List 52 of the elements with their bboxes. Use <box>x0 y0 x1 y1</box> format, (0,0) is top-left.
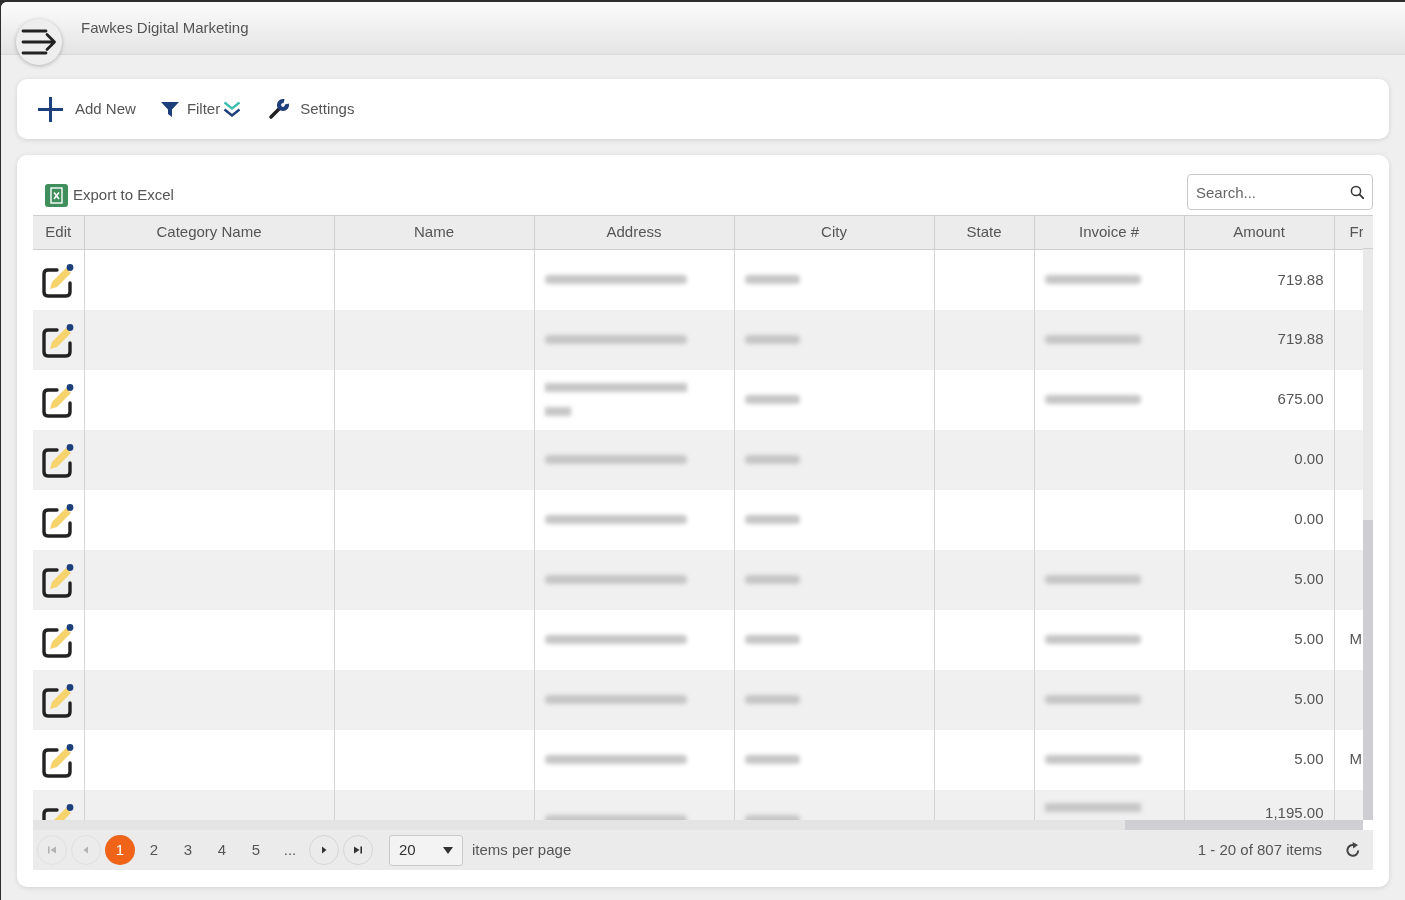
table-cell: 0.00 <box>1184 429 1334 490</box>
page-button[interactable]: 5 <box>241 835 271 865</box>
export-excel-button[interactable]: Export to Excel <box>45 184 174 207</box>
scrollbar-thumb[interactable] <box>1363 520 1373 820</box>
page-size-dropdown[interactable]: 20 <box>389 834 463 866</box>
column-header[interactable]: Amount <box>1184 215 1334 250</box>
page-button[interactable]: 4 <box>207 835 237 865</box>
settings-button[interactable]: Settings <box>267 97 355 121</box>
table-cell: 5.00 <box>1184 729 1334 790</box>
refresh-button[interactable] <box>1345 842 1361 858</box>
app-title: Fawkes Digital Marketing <box>81 18 249 38</box>
table-cell: 719.88 <box>1184 309 1334 370</box>
column-header[interactable]: City <box>734 215 934 250</box>
first-page-icon <box>47 845 57 855</box>
column-header[interactable]: Edit <box>33 215 84 250</box>
column-header[interactable]: Name <box>334 215 534 250</box>
column-header[interactable]: Category Name <box>84 215 334 250</box>
table-cell: 5.00 <box>1184 549 1334 610</box>
caret-down-icon <box>443 846 453 854</box>
page-ellipsis: ... <box>282 839 298 860</box>
wrench-icon <box>267 97 292 121</box>
filter-button[interactable]: Filter <box>160 97 242 121</box>
double-chevron-icon <box>223 101 242 117</box>
items-per-page-label: items per page <box>472 839 572 860</box>
column-header[interactable]: Fr <box>1334 215 1363 250</box>
previous-page-icon <box>81 845 91 855</box>
pager-summary: 1 - 20 of 807 items <box>1197 839 1322 860</box>
refresh-icon <box>1345 842 1361 858</box>
menu-icon <box>21 28 57 56</box>
column-header[interactable]: Address <box>534 215 734 250</box>
table-cell: 5.00 <box>1184 669 1334 730</box>
last-page-icon <box>353 845 363 855</box>
search-icon[interactable] <box>1350 185 1364 199</box>
next-page-icon <box>319 845 329 855</box>
table-cell: 0.00 <box>1184 489 1334 550</box>
page-button[interactable]: 3 <box>173 835 203 865</box>
search-field[interactable]: Search... <box>1187 174 1373 210</box>
scrollbar-thumb[interactable] <box>1125 820 1363 830</box>
add-new-button[interactable]: Add New <box>38 96 136 122</box>
column-header[interactable]: Invoice # <box>1034 215 1184 250</box>
plus-icon <box>38 96 63 122</box>
horizontal-scrollbar[interactable] <box>33 820 1363 830</box>
menu-button[interactable] <box>16 19 62 65</box>
page-button[interactable]: 2 <box>139 835 169 865</box>
scrollbar-corner <box>1363 215 1373 249</box>
table-cell: 5.00 <box>1184 609 1334 670</box>
column-header[interactable]: State <box>934 215 1034 250</box>
filter-icon <box>160 101 179 117</box>
spreadsheet-icon <box>45 184 68 207</box>
vertical-scrollbar[interactable] <box>1363 249 1373 820</box>
table-cell: 675.00 <box>1184 369 1334 430</box>
table-cell: 719.88 <box>1184 249 1334 310</box>
